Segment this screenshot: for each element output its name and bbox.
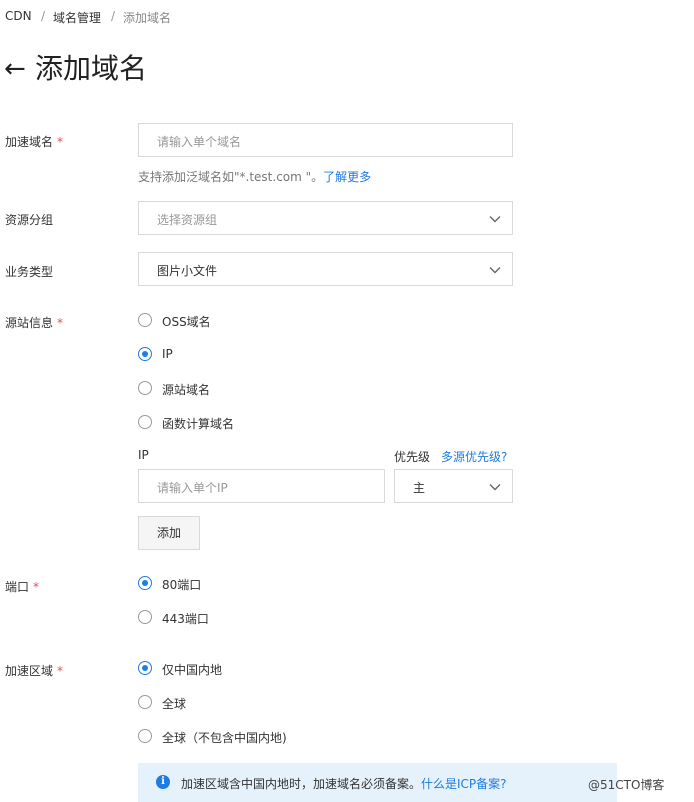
region-option-global-excl-mainland[interactable]: 全球（不包含中国内地) [138,728,398,746]
priority-select[interactable]: 主 [394,469,513,503]
domain-label-text: 加速域名 [5,135,54,149]
radio-button[interactable] [138,313,152,327]
region-option-label: 全球 [162,697,187,711]
business-type-label: 业务类型 [5,265,54,279]
port-option-label: 80端口 [162,578,202,592]
radio-button-checked[interactable] [138,347,152,361]
origin-option-label: IP [162,347,173,361]
ip-column-label: IP [138,448,149,462]
port-option-443[interactable]: 443端口 [138,609,338,627]
radio-button[interactable] [138,381,152,395]
breadcrumb-item-add-domain: 添加域名 [123,11,172,25]
radio-button-checked[interactable] [138,576,152,590]
region-option-mainland[interactable]: 仅中国内地 [138,660,358,678]
business-type-value: 图片小文件 [157,264,218,278]
origin-option-label: 源站域名 [162,383,211,397]
breadcrumb-separator: / [41,9,46,23]
region-label: 加速区域 * [5,662,63,679]
domain-hint-text: 支持添加泛域名如"*.test.com "。 [138,170,324,184]
chevron-down-icon [489,267,501,274]
origin-label-text: 源站信息 [5,316,54,330]
origin-option-ip[interactable]: IP [138,346,338,364]
info-icon: i [156,775,170,789]
breadcrumb-item-domain-management[interactable]: 域名管理 [53,9,101,26]
required-mark: * [57,316,64,330]
region-option-label: 全球（不包含中国内地) [162,731,287,745]
icp-info-link[interactable]: 什么是ICP备案? [421,777,507,791]
priority-column-label: 优先级 [394,450,431,464]
radio-button[interactable] [138,415,152,429]
priority-value: 主 [413,481,426,495]
origin-option-label: 函数计算域名 [162,417,235,431]
domain-label: 加速域名 * [5,133,63,150]
port-label-text: 端口 [5,580,30,594]
ip-input[interactable]: 请输入单个IP [138,469,385,503]
ip-input-placeholder: 请输入单个IP [157,481,228,495]
required-mark: * [33,580,40,594]
port-option-80[interactable]: 80端口 [138,575,338,593]
icp-notice-text: 加速区域含中国内地时，加速域名必须备案。什么是ICP备案? [181,775,507,792]
watermark: @51CTO博客 [588,778,665,792]
breadcrumb: CDN / 域名管理 / 添加域名 [5,9,305,27]
radio-button[interactable] [138,695,152,709]
domain-input[interactable]: 请输入单个域名 [138,123,513,157]
required-mark: * [57,135,64,149]
breadcrumb-item-cdn[interactable]: CDN [5,9,32,23]
radio-button-checked[interactable] [138,661,152,675]
multi-source-priority-link[interactable]: 多源优先级? [441,448,507,465]
region-option-label: 仅中国内地 [162,663,223,677]
origin-option-oss[interactable]: OSS域名 [138,312,338,330]
origin-option-function-compute[interactable]: 函数计算域名 [138,414,338,432]
origin-option-source-domain[interactable]: 源站域名 [138,380,338,398]
origin-option-label: OSS域名 [162,315,211,329]
chevron-down-icon [489,216,501,223]
domain-input-placeholder: 请输入单个域名 [157,135,242,149]
back-arrow-icon[interactable]: ← [4,51,26,87]
origin-label: 源站信息 * [5,314,63,331]
icp-notice-message: 加速区域含中国内地时，加速域名必须备案。 [181,777,422,791]
port-option-label: 443端口 [162,612,209,626]
icp-notice: i 加速区域含中国内地时，加速域名必须备案。什么是ICP备案? [138,763,617,802]
learn-more-link[interactable]: 了解更多 [323,170,371,184]
add-origin-button[interactable]: 添加 [138,516,200,550]
radio-button[interactable] [138,729,152,743]
resource-group-placeholder: 选择资源组 [157,213,218,227]
resource-group-label: 资源分组 [5,213,54,227]
region-option-global[interactable]: 全球 [138,694,358,712]
breadcrumb-separator: / [111,9,116,23]
region-label-text: 加速区域 [5,664,54,678]
page-title: 添加域名 [35,52,148,85]
chevron-down-icon [489,484,501,491]
domain-hint: 支持添加泛域名如"*.test.com "。了解更多 [138,168,371,185]
required-mark: * [57,664,64,678]
radio-button[interactable] [138,610,152,624]
business-type-select[interactable]: 图片小文件 [138,252,513,286]
port-label: 端口 * [5,578,39,595]
resource-group-select[interactable]: 选择资源组 [138,201,513,235]
